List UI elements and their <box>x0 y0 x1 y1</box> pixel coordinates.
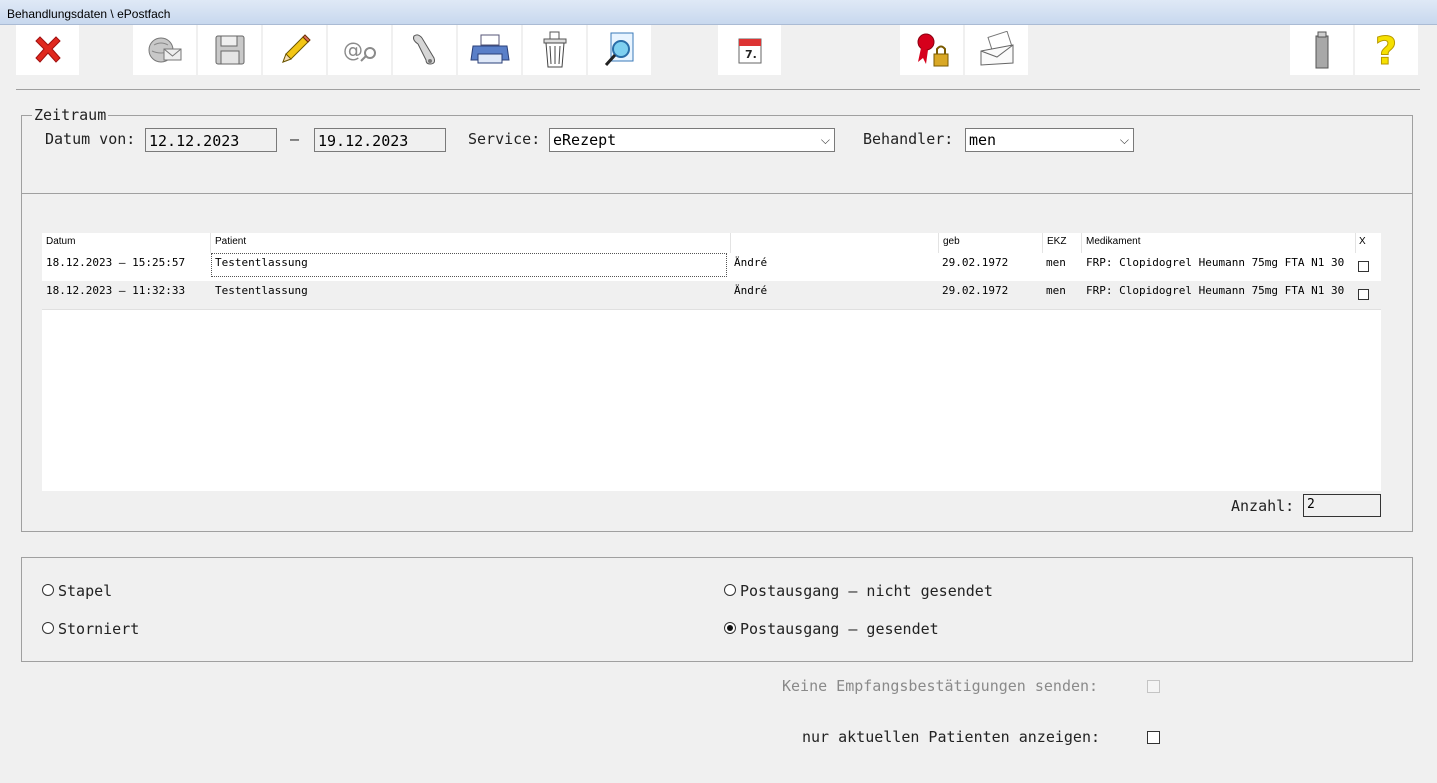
cell-patient: Testentlassung <box>211 253 727 277</box>
service-label: Service: <box>468 130 541 148</box>
edit-button[interactable] <box>263 25 326 75</box>
help-question-icon: ? <box>1374 30 1397 70</box>
info-device-icon <box>1315 31 1328 69</box>
globe-mail-icon <box>148 37 181 63</box>
col-header-x[interactable]: X <box>1359 236 1366 247</box>
keine-empfang-label: Keine Empfangsbestätigungen senden: <box>782 677 1099 695</box>
send-mail-button[interactable] <box>133 25 196 75</box>
chevron-down-icon: ⌵ <box>820 133 830 147</box>
radio-stapel[interactable] <box>42 584 54 596</box>
cell-vorname: Ändré <box>734 284 768 297</box>
svg-text:?: ? <box>1375 30 1397 70</box>
table-row[interactable]: 18.12.2023 – 11:32:33 Testentlassung Änd… <box>42 281 1381 310</box>
calendar-button[interactable]: 7. <box>718 25 781 75</box>
col-header-datum[interactable]: Datum <box>46 236 75 247</box>
save-button[interactable] <box>198 25 261 75</box>
cell-ekz: men <box>1046 284 1066 297</box>
col-header-geb[interactable]: geb <box>943 236 960 247</box>
table-row[interactable]: 18.12.2023 – 15:25:57 Testentlassung Änd… <box>42 253 1381 281</box>
service-value: eRezept <box>553 131 617 149</box>
print-button[interactable] <box>458 25 521 75</box>
nur-aktuellen-label: nur aktuellen Patienten anzeigen: <box>802 728 1101 746</box>
cell-datum: 18.12.2023 – 15:25:57 <box>46 256 186 269</box>
radio-postausgang-gesendet[interactable] <box>724 622 736 634</box>
radio-postausgang-gesendet-label[interactable]: Postausgang – gesendet <box>740 620 939 638</box>
radio-storniert[interactable] <box>42 622 54 634</box>
at-search-icon: @ <box>343 38 376 62</box>
results-grid[interactable]: Datum Patient geb EKZ Medikament X 18.12… <box>42 233 1381 491</box>
cell-medikament: FRP: Clopidogrel Heumann 75mg FTA N1 30 <box>1086 256 1345 269</box>
radio-storniert-label[interactable]: Storniert <box>58 620 139 638</box>
keine-empfang-checkbox[interactable] <box>1147 680 1160 693</box>
datum-von-label: Datum von: <box>45 130 136 148</box>
radio-postausgang-nicht-gesendet[interactable] <box>724 584 736 596</box>
toolbar: @ 7. ? <box>0 25 1437 77</box>
cell-medikament: FRP: Clopidogrel Heumann 75mg FTA N1 30 <box>1086 284 1345 297</box>
zeitraum-legend: Zeitraum <box>32 106 109 124</box>
cell-patient: Testentlassung <box>215 284 308 297</box>
filter-group <box>21 557 1413 662</box>
zeitraum-divider <box>22 193 1412 194</box>
barcode-scanner-icon <box>412 34 435 65</box>
date-to-field[interactable]: 19.12.2023 <box>314 128 446 152</box>
preview-button[interactable] <box>588 25 651 75</box>
document-search-icon <box>604 32 633 67</box>
anzahl-label: Anzahl: <box>1231 497 1295 515</box>
chevron-down-icon: ⌵ <box>1119 133 1129 147</box>
behandler-value: men <box>969 131 997 149</box>
printer-icon <box>469 34 510 64</box>
service-dropdown[interactable]: eRezept ⌵ <box>549 128 835 152</box>
calendar-icon: 7. <box>738 38 761 64</box>
behandler-dropdown[interactable]: men ⌵ <box>965 128 1134 152</box>
svg-text:@: @ <box>343 38 363 62</box>
grid-header: Datum Patient geb EKZ Medikament X <box>42 233 1381 253</box>
floppy-disk-icon <box>215 35 244 65</box>
date-range-dash: – <box>290 130 300 148</box>
delete-button[interactable] <box>523 25 586 75</box>
col-header-medikament[interactable]: Medikament <box>1086 236 1140 247</box>
cell-geb: 29.02.1972 <box>942 256 1009 269</box>
help-button[interactable]: ? <box>1355 25 1418 75</box>
scanner-button[interactable] <box>393 25 456 75</box>
letters-icon <box>980 31 1013 66</box>
radio-stapel-label[interactable]: Stapel <box>58 582 112 600</box>
cell-datum: 18.12.2023 – 11:32:33 <box>46 284 186 297</box>
col-header-patient[interactable]: Patient <box>215 236 246 247</box>
info-button[interactable] <box>1290 25 1353 75</box>
certificate-button[interactable] <box>900 25 963 75</box>
date-from-field[interactable]: 12.12.2023 <box>145 128 277 152</box>
row-checkbox[interactable] <box>1358 261 1369 272</box>
certificate-lock-icon <box>917 33 948 67</box>
row-checkbox[interactable] <box>1358 289 1369 300</box>
trash-bin-icon <box>543 31 566 68</box>
window-title: Behandlungsdaten \ ePostfach <box>0 0 1437 25</box>
cell-geb: 29.02.1972 <box>942 284 1009 297</box>
cell-ekz: men <box>1046 256 1066 269</box>
close-x-icon <box>34 36 61 63</box>
svg-text:7.: 7. <box>745 48 757 61</box>
behandler-label: Behandler: <box>863 130 954 148</box>
anzahl-field: 2 <box>1303 494 1381 517</box>
email-search-button[interactable]: @ <box>328 25 391 75</box>
cell-vorname: Ändré <box>734 256 768 269</box>
col-header-ekz[interactable]: EKZ <box>1047 236 1066 247</box>
messages-button[interactable] <box>965 25 1028 75</box>
nur-aktuellen-checkbox[interactable] <box>1147 731 1160 744</box>
pencil-icon <box>281 34 311 63</box>
radio-postausgang-nicht-gesendet-label[interactable]: Postausgang – nicht gesendet <box>740 582 993 600</box>
toolbar-separator <box>16 89 1420 90</box>
close-button[interactable] <box>16 25 79 75</box>
